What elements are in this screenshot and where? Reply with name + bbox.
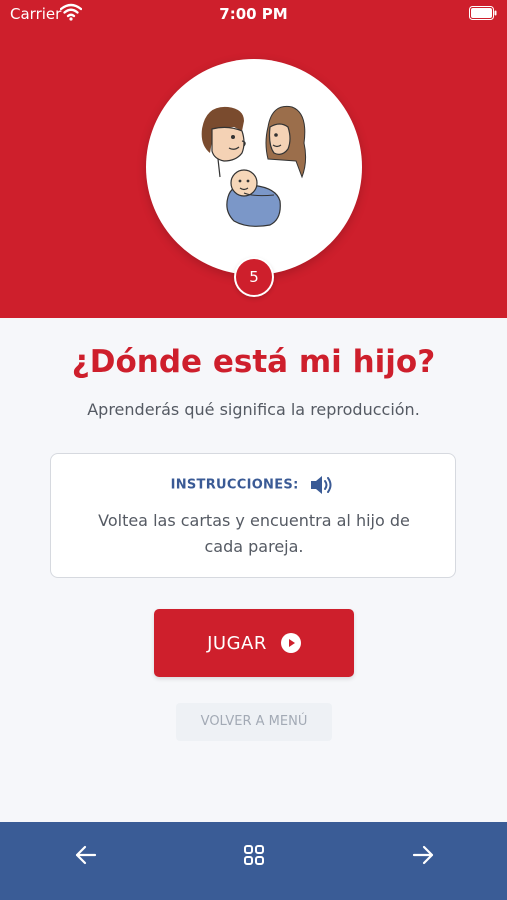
play-button-label: JUGAR [207, 632, 267, 654]
instructions-header: INSTRUCCIONES: [51, 474, 455, 496]
play-icon [280, 633, 301, 653]
arrow-left-icon [75, 845, 97, 865]
lesson-illustration [146, 59, 362, 275]
instructions-label: INSTRUCCIONES: [170, 477, 299, 493]
menu-grid-button[interactable] [240, 841, 268, 869]
status-bar: Carrier 7:00 PM [0, 0, 507, 28]
instructions-card: INSTRUCCIONES: Voltea las cartas y encue… [50, 453, 456, 578]
page-subtitle: Aprenderás qué significa la reproducción… [87, 400, 420, 419]
family-icon [201, 105, 307, 227]
page-title: ¿Dónde está mi hijo? [71, 344, 436, 380]
instructions-text: Voltea las cartas y encuentra al hijo de… [98, 511, 410, 556]
previous-button[interactable] [72, 841, 100, 869]
bottom-nav [0, 822, 507, 900]
level-badge: 5 [234, 257, 274, 297]
header-banner: Carrier 7:00 PM 5 [0, 0, 507, 318]
play-button[interactable]: JUGAR [154, 609, 354, 677]
grid-icon [244, 845, 264, 865]
battery-icon [469, 6, 497, 20]
back-to-menu-button[interactable]: VOLVER A MENÚ [176, 703, 332, 741]
next-button[interactable] [409, 841, 437, 869]
clock: 7:00 PM [219, 5, 288, 23]
speaker-icon[interactable] [309, 474, 335, 496]
arrow-right-icon [412, 845, 434, 865]
